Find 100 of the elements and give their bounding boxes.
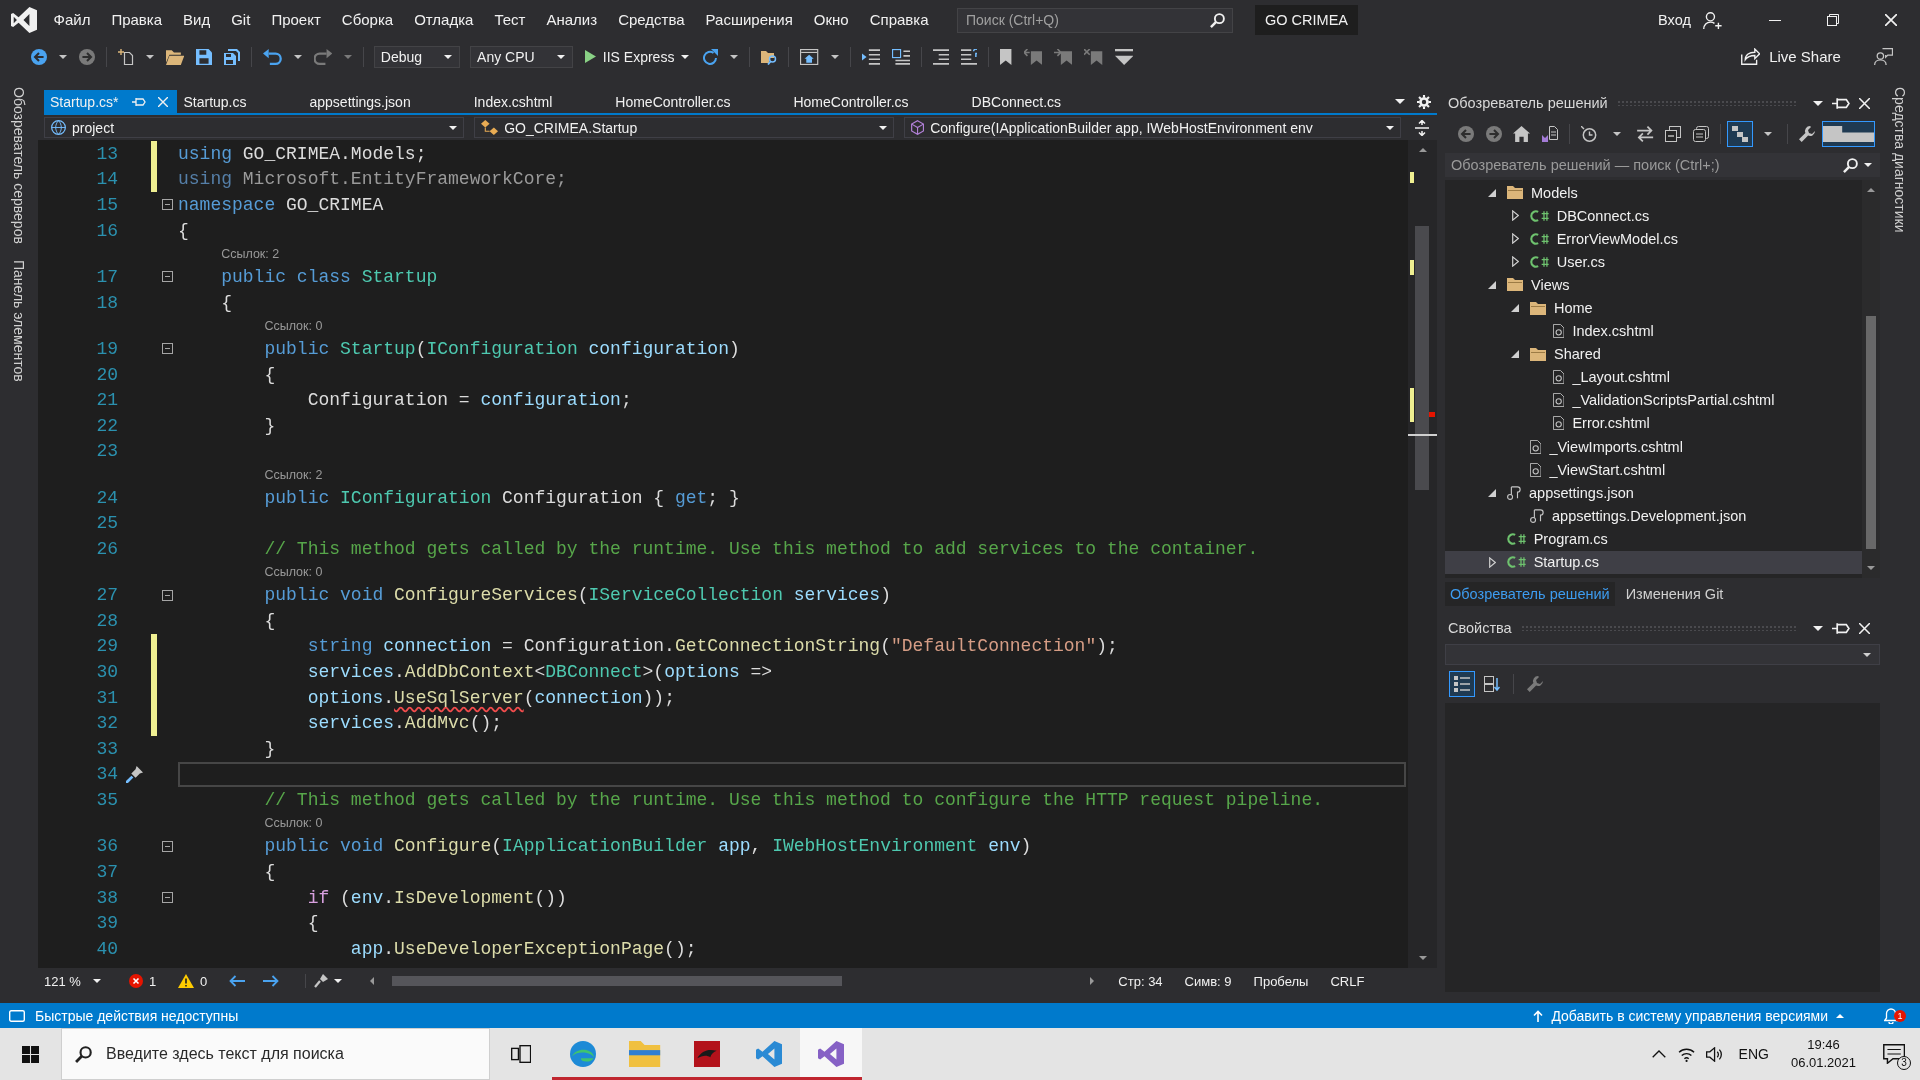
caret-icon[interactable] xyxy=(1395,99,1405,104)
search-icon[interactable] xyxy=(1210,12,1225,28)
caret-up-icon[interactable] xyxy=(1418,148,1427,152)
sign-in-button[interactable]: Вход xyxy=(1658,11,1722,29)
close-icon[interactable] xyxy=(1859,622,1870,634)
tree-item[interactable]: Views xyxy=(1445,273,1862,297)
caret-icon[interactable] xyxy=(1418,956,1427,960)
caret-right-icon[interactable] xyxy=(1090,977,1095,985)
screwdriver-icon[interactable] xyxy=(126,765,143,783)
cleanup-button[interactable] xyxy=(314,974,343,988)
side-tab[interactable]: Обозреватель серверов xyxy=(11,87,27,244)
menu-item[interactable]: Справка xyxy=(859,0,939,40)
scrollbar-thumb[interactable] xyxy=(1415,226,1429,490)
caret-icon[interactable] xyxy=(1867,566,1875,570)
collapse-icon[interactable] xyxy=(162,199,173,211)
caret-icon[interactable] xyxy=(1812,625,1823,631)
expanded-arrow-icon[interactable] xyxy=(1488,188,1496,197)
notifications-button[interactable]: 1 xyxy=(1876,1003,1906,1028)
errors-button[interactable]: 1 xyxy=(128,973,157,989)
expanded-arrow-icon[interactable] xyxy=(1488,280,1496,289)
taskbar-search-field[interactable]: Введите здесь текст для поиска xyxy=(61,1028,490,1080)
tree-button[interactable] xyxy=(1727,121,1753,147)
horizontal-scrollbar[interactable] xyxy=(370,974,1095,988)
scrollbar-thumb[interactable] xyxy=(1866,316,1876,549)
tree-item[interactable]: _ViewStart.cshtml xyxy=(1445,458,1862,482)
collapsed-arrow-icon[interactable] xyxy=(1511,233,1519,245)
tree-item[interactable]: appsettings.json xyxy=(1445,481,1862,505)
collapse-icon[interactable] xyxy=(162,271,173,283)
tree-item[interactable]: Home xyxy=(1445,296,1862,320)
member-dropdown[interactable]: Configure(IApplicationBuilder app, IWebHostEnvironment env xyxy=(904,117,1401,138)
close-icon[interactable] xyxy=(1859,97,1870,109)
menu-item[interactable]: Тест xyxy=(483,0,536,40)
zoom-dropdown[interactable]: 121 % xyxy=(44,973,107,989)
tree-item[interactable]: Error.cshtml xyxy=(1445,411,1862,436)
collapsed-arrow-icon[interactable] xyxy=(1488,556,1496,568)
expanded-arrow-icon[interactable] xyxy=(1511,350,1519,359)
configuration-dropdown[interactable]: Debug xyxy=(373,45,461,68)
tree-item[interactable]: Index.cshtml xyxy=(1445,319,1862,343)
menu-item[interactable]: Окно xyxy=(803,0,860,40)
search-field[interactable]: Обозреватель решений — поиск (Ctrl+;) xyxy=(1445,153,1880,177)
reference-count[interactable]: Ссылок: 0 xyxy=(264,565,323,580)
vertical-scrollbar[interactable] xyxy=(1408,140,1437,968)
menu-item[interactable]: Вид xyxy=(172,0,221,40)
previous-issue-button[interactable] xyxy=(229,975,246,987)
tree-item[interactable]: _ViewImports.cshtml xyxy=(1445,435,1862,459)
tree-item[interactable]: DBConnect.cs xyxy=(1445,204,1862,228)
caret-icon[interactable] xyxy=(1864,163,1872,167)
pin-icon[interactable] xyxy=(1831,96,1850,110)
reference-count[interactable]: Ссылок: 0 xyxy=(264,318,323,333)
clock[interactable]: 19:46 06.01.2021 xyxy=(1778,1028,1868,1080)
menu-item[interactable]: Git xyxy=(220,0,261,40)
tree-item[interactable]: Shared xyxy=(1445,342,1862,366)
collapsed-arrow-icon[interactable] xyxy=(1511,256,1519,268)
caret-left-icon[interactable] xyxy=(370,977,375,985)
reference-count[interactable]: Ссылок: 0 xyxy=(264,816,323,831)
next-issue-button[interactable] xyxy=(263,975,280,987)
reference-count[interactable]: Ссылок: 2 xyxy=(221,246,280,261)
pin-icon[interactable] xyxy=(1831,621,1850,635)
project-dropdown[interactable]: project xyxy=(44,117,464,138)
menu-item[interactable]: Отладка xyxy=(403,0,484,40)
ribbon-logo-icon[interactable] xyxy=(11,7,37,33)
collapsed-arrow-icon[interactable] xyxy=(1511,210,1519,222)
menu-item[interactable]: Правка xyxy=(100,0,173,40)
file-tab[interactable]: HomeController.cs xyxy=(787,90,966,113)
collapse-icon[interactable] xyxy=(162,840,173,852)
search-icon[interactable] xyxy=(1843,157,1858,173)
menu-item[interactable]: Расширения xyxy=(695,0,804,40)
file-tab[interactable]: appsettings.json xyxy=(303,90,468,113)
class-dropdown[interactable]: GO_CRIMEA.Startup xyxy=(474,117,894,138)
expanded-arrow-icon[interactable] xyxy=(1511,304,1519,312)
expanded-arrow-icon[interactable] xyxy=(1488,488,1496,497)
collapse-icon[interactable] xyxy=(162,343,173,355)
tree-item[interactable]: appsettings.Development.json xyxy=(1445,504,1862,528)
search-field[interactable]: Поиск (Ctrl+Q) xyxy=(957,7,1233,33)
caret-up-icon[interactable] xyxy=(1867,188,1875,192)
menu-item[interactable]: Анализ xyxy=(536,0,608,40)
categorized-button[interactable] xyxy=(1449,671,1475,697)
reference-count[interactable]: Ссылок: 2 xyxy=(264,467,323,482)
menu-item[interactable]: Средства xyxy=(607,0,696,40)
tree-item[interactable]: _Layout.cshtml xyxy=(1445,365,1862,389)
collapse-icon[interactable] xyxy=(162,892,173,904)
tree-item[interactable]: _ValidationScriptsPartial.cshtml xyxy=(1445,388,1862,412)
side-tab[interactable]: Средства диагностики xyxy=(1892,87,1908,233)
file-tab[interactable]: HomeController.cs xyxy=(609,90,788,113)
tree-item[interactable]: User.cs xyxy=(1445,250,1862,274)
caret-icon[interactable] xyxy=(1812,100,1823,106)
menu-item[interactable]: Файл xyxy=(43,0,101,40)
panel-tab[interactable]: Изменения Git xyxy=(1620,582,1729,606)
tree-item[interactable]: Program.cs xyxy=(1445,527,1862,551)
add-to-source-control-button[interactable]: Добавить в систему управления версиями xyxy=(1533,1007,1844,1024)
menu-item[interactable]: Проект xyxy=(260,0,332,40)
panel-tab[interactable]: Обозреватель решений xyxy=(1445,582,1615,606)
file-tab[interactable]: DBConnect.cs xyxy=(965,90,1119,113)
menu-item[interactable]: Сборка xyxy=(331,0,404,40)
settings-icon[interactable] xyxy=(1417,94,1431,109)
vertical-scrollbar[interactable] xyxy=(1862,180,1880,578)
action-center-button[interactable]: 3 xyxy=(1868,1028,1920,1080)
file-tab[interactable]: Index.cshtml xyxy=(467,90,610,113)
start-button[interactable]: IIS Express xyxy=(578,48,696,65)
configuration-dropdown[interactable]: Any CPU xyxy=(470,45,573,68)
